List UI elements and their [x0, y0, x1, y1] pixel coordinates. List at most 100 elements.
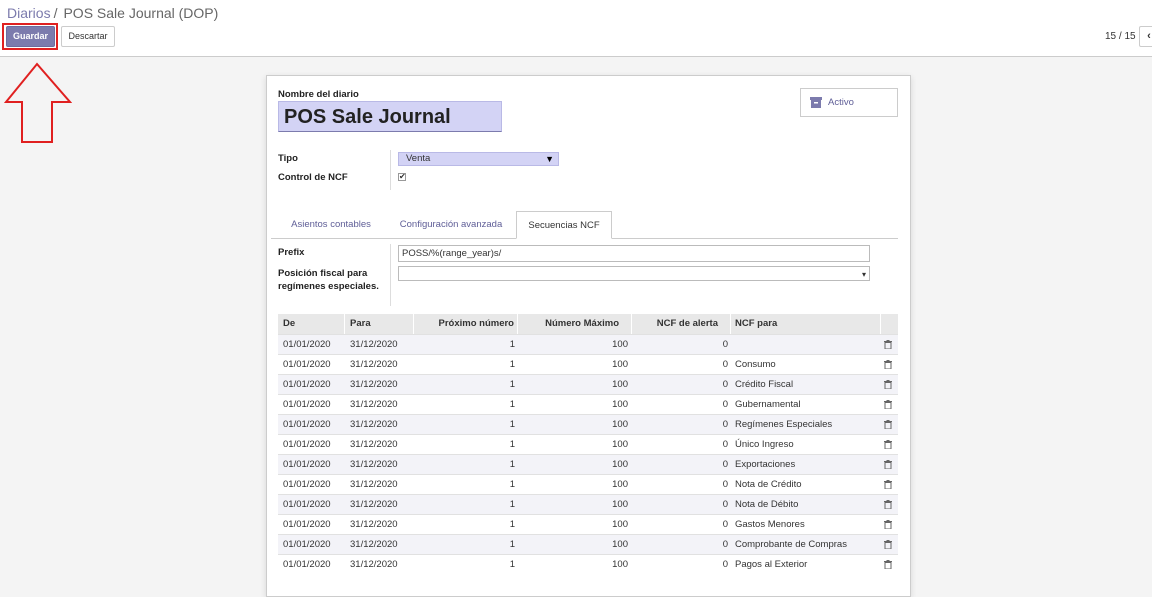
- cell-proximo-numero[interactable]: 1: [414, 535, 515, 554]
- table-row[interactable]: 01/01/2020 31/12/2020 1 100 0 Gastos Menores: [278, 514, 898, 534]
- discard-button[interactable]: Descartar: [61, 26, 115, 47]
- cell-proximo-numero[interactable]: 1: [414, 435, 515, 454]
- tab-secuencias-ncf[interactable]: Secuencias NCF: [516, 211, 612, 239]
- cell-ncf-alerta[interactable]: 0: [632, 495, 728, 514]
- table-row[interactable]: 01/01/2020 31/12/2020 1 100 0 Nota de Débito: [278, 494, 898, 514]
- tab-configuracion-avanzada[interactable]: Configuración avanzada: [390, 211, 512, 238]
- journal-name-input[interactable]: POS Sale Journal: [278, 101, 502, 132]
- cell-ncf-para[interactable]: Pagos al Exterior: [735, 555, 881, 574]
- cell-de[interactable]: 01/01/2020: [283, 375, 345, 394]
- cell-numero-maximo[interactable]: 100: [518, 475, 628, 494]
- cell-numero-maximo[interactable]: 100: [518, 555, 628, 574]
- cell-para[interactable]: 31/12/2020: [350, 555, 414, 574]
- cell-proximo-numero[interactable]: 1: [414, 495, 515, 514]
- column-header-proximo-numero[interactable]: Próximo número: [414, 314, 518, 334]
- cell-de[interactable]: 01/01/2020: [283, 355, 345, 374]
- table-row[interactable]: 01/01/2020 31/12/2020 1 100 0 Pagos al Exteri…: [278, 554, 898, 574]
- cell-de[interactable]: 01/01/2020: [283, 435, 345, 454]
- cell-ncf-para[interactable]: Regímenes Especiales: [735, 415, 881, 434]
- cell-ncf-alerta[interactable]: 0: [632, 335, 728, 354]
- cell-ncf-alerta[interactable]: 0: [632, 395, 728, 414]
- cell-numero-maximo[interactable]: 100: [518, 415, 628, 434]
- cell-ncf-para[interactable]: Consumo: [735, 355, 881, 374]
- cell-ncf-para[interactable]: Único Ingreso: [735, 435, 881, 454]
- cell-proximo-numero[interactable]: 1: [414, 395, 515, 414]
- cell-ncf-alerta[interactable]: 0: [632, 455, 728, 474]
- cell-de[interactable]: 01/01/2020: [283, 455, 345, 474]
- cell-para[interactable]: 31/12/2020: [350, 375, 414, 394]
- cell-ncf-para[interactable]: Crédito Fiscal: [735, 375, 881, 394]
- cell-proximo-numero[interactable]: 1: [414, 355, 515, 374]
- control-ncf-checkbox[interactable]: ✔: [398, 173, 406, 181]
- active-toggle-button[interactable]: Activo: [800, 88, 898, 117]
- cell-ncf-para[interactable]: [735, 335, 881, 354]
- cell-numero-maximo[interactable]: 100: [518, 535, 628, 554]
- column-header-numero-maximo[interactable]: Número Máximo: [518, 314, 632, 334]
- trash-icon[interactable]: [884, 480, 892, 489]
- cell-para[interactable]: 31/12/2020: [350, 355, 414, 374]
- cell-para[interactable]: 31/12/2020: [350, 475, 414, 494]
- table-row[interactable]: 01/01/2020 31/12/2020 1 100 0 Comprobante de …: [278, 534, 898, 554]
- save-button[interactable]: Guardar: [6, 26, 55, 47]
- cell-de[interactable]: 01/01/2020: [283, 555, 345, 574]
- trash-icon[interactable]: [884, 360, 892, 369]
- cell-numero-maximo[interactable]: 100: [518, 335, 628, 354]
- cell-ncf-alerta[interactable]: 0: [632, 555, 728, 574]
- cell-numero-maximo[interactable]: 100: [518, 435, 628, 454]
- cell-para[interactable]: 31/12/2020: [350, 535, 414, 554]
- cell-numero-maximo[interactable]: 100: [518, 495, 628, 514]
- cell-ncf-para[interactable]: Comprobante de Compras: [735, 535, 881, 554]
- table-row[interactable]: 01/01/2020 31/12/2020 1 100 0 Gubernamental: [278, 394, 898, 414]
- cell-de[interactable]: 01/01/2020: [283, 415, 345, 434]
- trash-icon[interactable]: [884, 420, 892, 429]
- trash-icon[interactable]: [884, 520, 892, 529]
- cell-ncf-para[interactable]: Nota de Débito: [735, 495, 881, 514]
- prefix-input[interactable]: POSS/%(range_year)s/: [398, 245, 870, 262]
- column-header-ncf-para[interactable]: NCF para: [731, 314, 881, 334]
- cell-de[interactable]: 01/01/2020: [283, 515, 345, 534]
- table-row[interactable]: 01/01/2020 31/12/2020 1 100 0 Nota de Crédito: [278, 474, 898, 494]
- breadcrumb-diarios-link[interactable]: Diarios: [7, 5, 51, 21]
- cell-proximo-numero[interactable]: 1: [414, 415, 515, 434]
- cell-numero-maximo[interactable]: 100: [518, 515, 628, 534]
- cell-para[interactable]: 31/12/2020: [350, 435, 414, 454]
- cell-de[interactable]: 01/01/2020: [283, 535, 345, 554]
- cell-para[interactable]: 31/12/2020: [350, 515, 414, 534]
- pager-value[interactable]: 15 / 15: [1105, 31, 1136, 42]
- cell-ncf-para[interactable]: Gubernamental: [735, 395, 881, 414]
- chevron-left-icon[interactable]: ‹: [1139, 26, 1152, 47]
- cell-proximo-numero[interactable]: 1: [414, 515, 515, 534]
- cell-ncf-alerta[interactable]: 0: [632, 375, 728, 394]
- trash-icon[interactable]: [884, 540, 892, 549]
- column-header-para[interactable]: Para: [345, 314, 414, 334]
- column-header-ncf-alerta[interactable]: NCF de alerta: [632, 314, 731, 334]
- cell-ncf-alerta[interactable]: 0: [632, 435, 728, 454]
- table-row[interactable]: 01/01/2020 31/12/2020 1 100 0 Único Ingreso: [278, 434, 898, 454]
- table-row[interactable]: 01/01/2020 31/12/2020 1 100 0 Consumo: [278, 354, 898, 374]
- cell-de[interactable]: 01/01/2020: [283, 475, 345, 494]
- cell-numero-maximo[interactable]: 100: [518, 395, 628, 414]
- cell-para[interactable]: 31/12/2020: [350, 335, 414, 354]
- cell-ncf-para[interactable]: Exportaciones: [735, 455, 881, 474]
- cell-proximo-numero[interactable]: 1: [414, 335, 515, 354]
- cell-de[interactable]: 01/01/2020: [283, 395, 345, 414]
- cell-para[interactable]: 31/12/2020: [350, 495, 414, 514]
- table-row[interactable]: 01/01/2020 31/12/2020 1 100 0: [278, 334, 898, 354]
- cell-de[interactable]: 01/01/2020: [283, 495, 345, 514]
- trash-icon[interactable]: [884, 560, 892, 569]
- cell-proximo-numero[interactable]: 1: [414, 475, 515, 494]
- cell-para[interactable]: 31/12/2020: [350, 395, 414, 414]
- cell-numero-maximo[interactable]: 100: [518, 355, 628, 374]
- tab-asientos-contables[interactable]: Asientos contables: [281, 211, 381, 238]
- trash-icon[interactable]: [884, 500, 892, 509]
- trash-icon[interactable]: [884, 460, 892, 469]
- cell-proximo-numero[interactable]: 1: [414, 455, 515, 474]
- cell-ncf-para[interactable]: Gastos Menores: [735, 515, 881, 534]
- column-header-de[interactable]: De: [278, 314, 345, 334]
- cell-para[interactable]: 31/12/2020: [350, 415, 414, 434]
- fiscal-position-select[interactable]: ▾: [398, 266, 870, 281]
- cell-proximo-numero[interactable]: 1: [414, 555, 515, 574]
- table-row[interactable]: 01/01/2020 31/12/2020 1 100 0 Crédito Fiscal: [278, 374, 898, 394]
- trash-icon[interactable]: [884, 400, 892, 409]
- tipo-select[interactable]: Venta ▼: [398, 152, 559, 166]
